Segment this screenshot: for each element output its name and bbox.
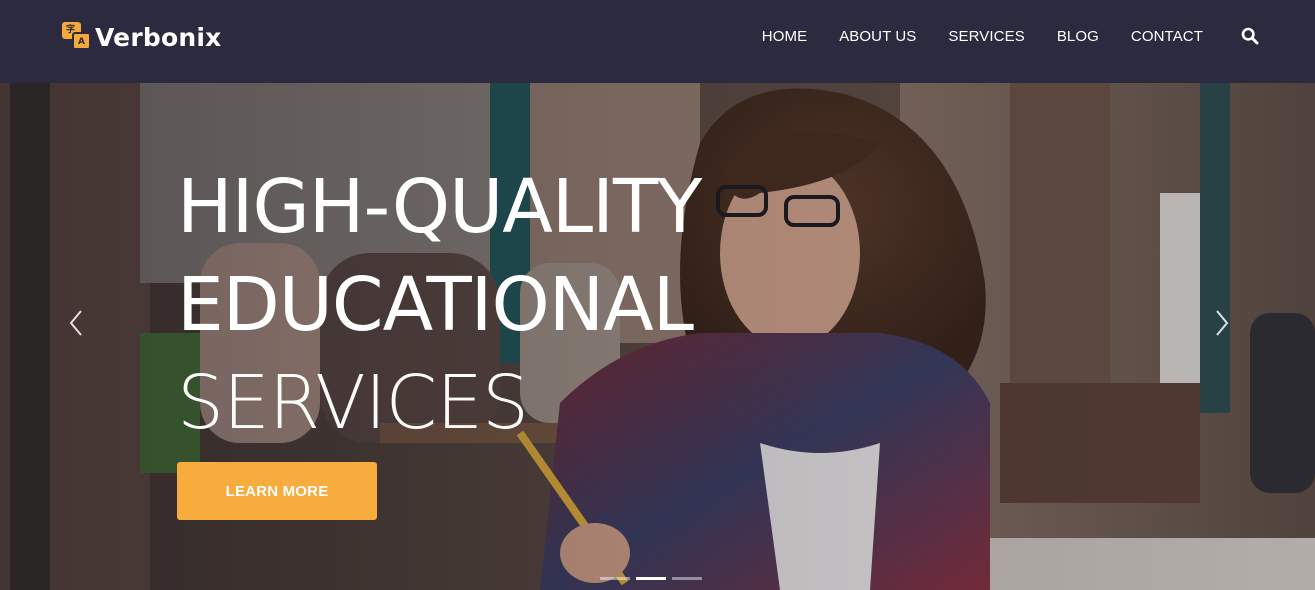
hero-title-line-3: SERVICES	[177, 360, 529, 446]
brand-name: Verbonix	[95, 22, 222, 52]
main-nav: HOME ABOUT US SERVICES BLOG CONTACT	[730, 27, 1259, 45]
nav-home[interactable]: HOME	[762, 28, 807, 45]
hero-title-line-1: HIGH-QUALITY	[177, 164, 702, 250]
translate-logo-icon: 字 A	[62, 22, 92, 52]
chevron-left-icon[interactable]	[64, 308, 88, 338]
nav-services[interactable]: SERVICES	[948, 28, 1024, 45]
hero-title: HIGH-QUALITY EDUCATIONAL SERVICES	[177, 158, 702, 452]
slide-indicator-active[interactable]	[636, 577, 666, 580]
hero-slider: HIGH-QUALITY EDUCATIONAL SERVICES LEARN …	[0, 83, 1315, 590]
slide-indicator[interactable]	[600, 577, 630, 580]
nav-blog[interactable]: BLOG	[1057, 28, 1099, 45]
search-icon[interactable]	[1241, 27, 1259, 45]
brand-logo[interactable]: 字 A Verbonix	[62, 22, 221, 52]
nav-about-us[interactable]: ABOUT US	[839, 28, 916, 45]
nav-contact[interactable]: CONTACT	[1131, 28, 1203, 45]
slide-indicators	[600, 577, 708, 580]
slide-indicator[interactable]	[672, 577, 702, 580]
hero-title-line-2: EDUCATIONAL	[177, 262, 694, 348]
chevron-right-icon[interactable]	[1210, 308, 1234, 338]
learn-more-button[interactable]: LEARN MORE	[177, 462, 377, 520]
site-header: 字 A Verbonix HOME ABOUT US SERVICES BLOG…	[0, 0, 1315, 83]
